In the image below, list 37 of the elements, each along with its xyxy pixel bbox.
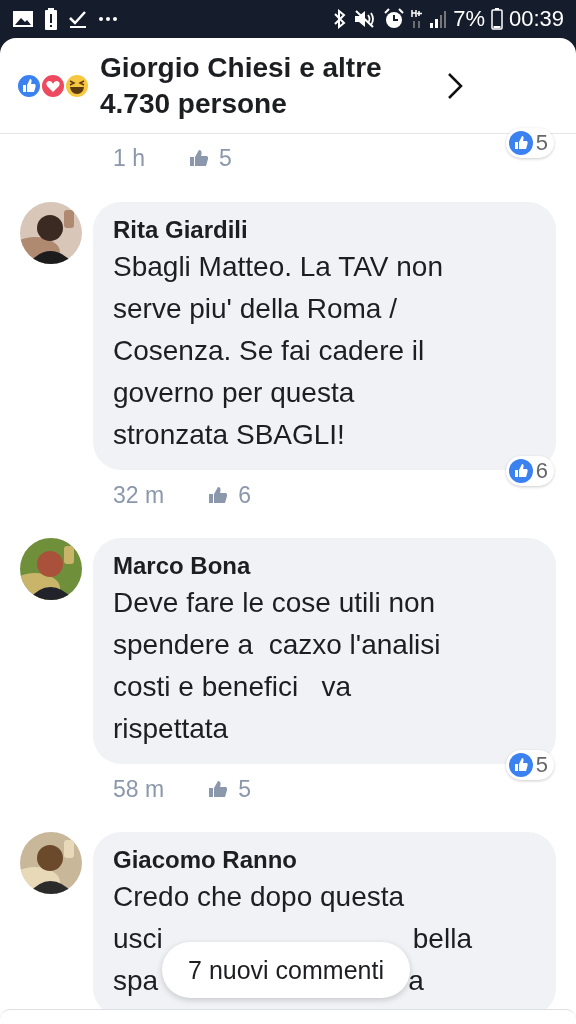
comment-text: Sbagli Matteo. La TAV non serve piu' della Roma / Cosenza. Se fai cadere il governo per questa stronzata SBAGLI!: [113, 250, 444, 452]
alarm-icon: [383, 8, 406, 30]
comment-text: Deve fare le cose utili non spendere a cazxo l'analisi costi e benefici va rispettata: [113, 586, 442, 746]
image-icon: [12, 10, 34, 28]
thumbs-up-icon: [208, 486, 229, 504]
commenter-name[interactable]: Rita Giardili: [113, 214, 540, 246]
reactions-title: Giorgio Chiesi e altre 4.730 persone: [100, 50, 383, 121]
reaction-count-badge[interactable]: 5: [505, 750, 554, 780]
thumbs-up-icon: [189, 149, 209, 167]
network-icon: [411, 9, 424, 29]
like-reaction-icon: [507, 458, 534, 484]
comment-text: usci: [113, 922, 163, 956]
comment-text: spa: [113, 964, 159, 998]
comment-text: Credo che dopo questa: [113, 880, 405, 914]
battery-alert-icon: [44, 8, 58, 30]
comment-time: 32 m: [113, 481, 165, 509]
signal-icon: [429, 9, 448, 29]
new-comments-button[interactable]: 7 nuovi commenti: [162, 942, 410, 998]
comment-text: bella: [412, 922, 472, 956]
reaction-count-badge[interactable]: 5: [505, 128, 554, 158]
bluetooth-icon: [333, 9, 348, 29]
like-reaction-icon: [507, 130, 534, 156]
comment-time: 58 m: [113, 775, 165, 803]
chevron-right-icon: [447, 71, 463, 100]
comment-time: 1 h: [113, 144, 145, 172]
battery-percent: 7%: [453, 6, 485, 32]
reaction-count-badge[interactable]: 6: [505, 456, 554, 486]
checkmark-icon: [68, 9, 88, 29]
thumbs-up-icon: [208, 780, 229, 798]
reactions-header[interactable]: Giorgio Chiesi e altre 4.730 persone: [0, 38, 576, 134]
battery-icon: [490, 8, 503, 30]
like-reaction-icon: [507, 752, 534, 778]
more-icon: [98, 16, 118, 22]
commenter-name[interactable]: Marco Bona: [113, 550, 540, 582]
clock: 00:39: [508, 6, 564, 32]
comment-text: a: [408, 964, 424, 998]
commenter-name[interactable]: Giacomo Ranno: [113, 844, 540, 876]
